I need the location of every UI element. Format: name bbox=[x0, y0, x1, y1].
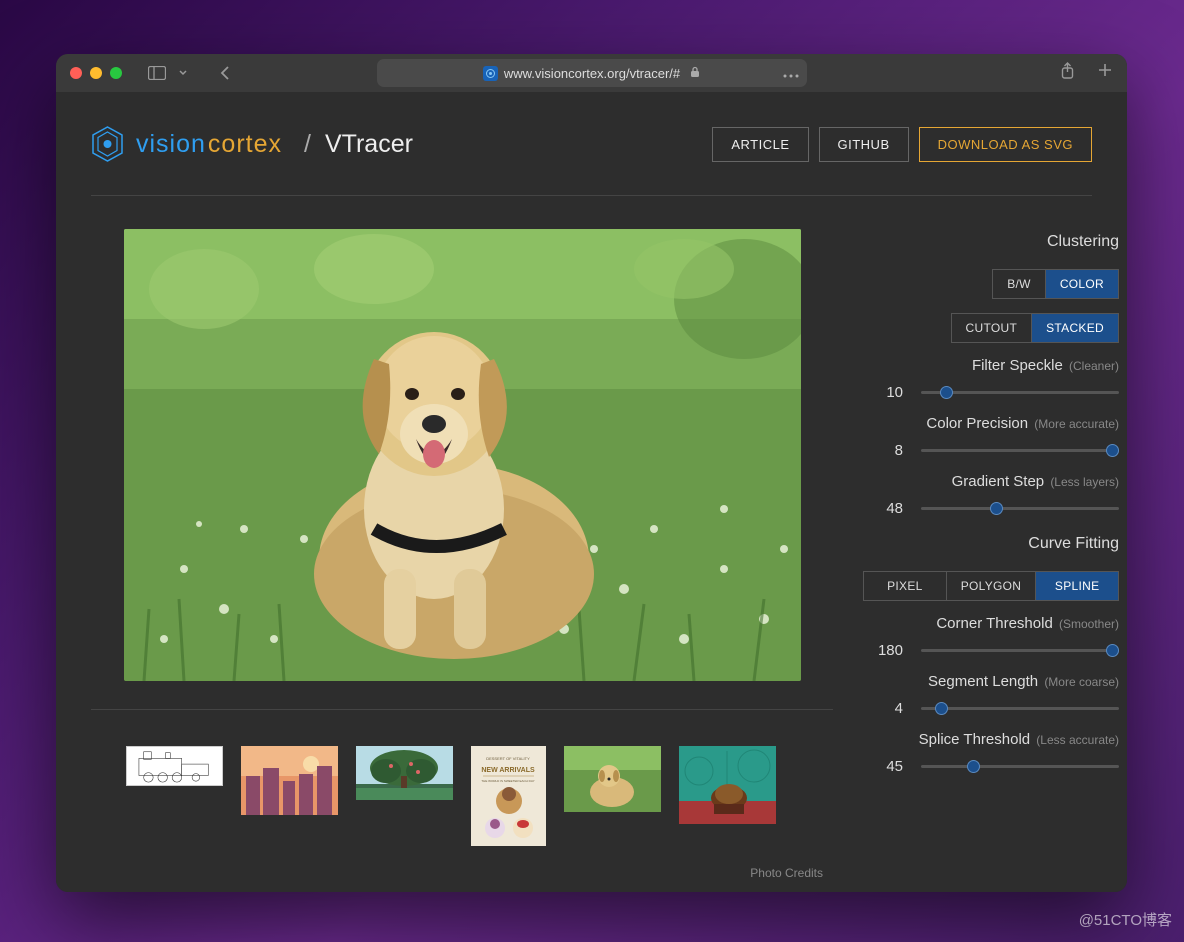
color-precision-hint: (More accurate) bbox=[1034, 417, 1119, 431]
filter-speckle-value: 10 bbox=[863, 384, 903, 401]
article-button[interactable]: ARTICLE bbox=[712, 127, 808, 162]
stacked-button[interactable]: STACKED bbox=[1031, 314, 1118, 342]
share-icon[interactable] bbox=[1060, 62, 1075, 85]
thumbnail-game[interactable] bbox=[679, 746, 776, 824]
splice-threshold-value: 45 bbox=[863, 758, 903, 775]
lock-icon bbox=[690, 66, 700, 81]
filter-speckle-hint: (Cleaner) bbox=[1069, 359, 1119, 373]
thumbnail-cityscape[interactable] bbox=[241, 746, 338, 815]
chevron-down-icon[interactable] bbox=[174, 65, 192, 81]
curve-fitting-title: Curve Fitting bbox=[863, 535, 1119, 553]
bw-button[interactable]: B/W bbox=[993, 270, 1045, 298]
filter-speckle-label: Filter Speckle bbox=[972, 357, 1063, 374]
titlebar: www.visioncortex.org/vtracer/# bbox=[56, 54, 1127, 92]
brand-slash: / bbox=[304, 130, 311, 159]
spline-button[interactable]: SPLINE bbox=[1035, 572, 1118, 600]
thumbnail-tree[interactable] bbox=[356, 746, 453, 800]
segment-length-hint: (More coarse) bbox=[1044, 675, 1119, 689]
photo-credits[interactable]: Photo Credits bbox=[91, 866, 833, 880]
svg-text:NEW ARRIVALS: NEW ARRIVALS bbox=[481, 767, 535, 774]
splice-threshold-hint: (Less accurate) bbox=[1036, 733, 1119, 747]
layer-mode-toggle: CUTOUT STACKED bbox=[951, 313, 1119, 343]
brand: visioncortex / VTracer bbox=[91, 125, 413, 163]
favicon-icon bbox=[483, 66, 498, 81]
page-content: visioncortex / VTracer ARTICLE GITHUB DO… bbox=[56, 92, 1127, 892]
watermark: @51CTO博客 bbox=[1079, 909, 1172, 930]
page-header: visioncortex / VTracer ARTICLE GITHUB DO… bbox=[91, 125, 1092, 196]
polygon-button[interactable]: POLYGON bbox=[946, 572, 1036, 600]
browser-window: www.visioncortex.org/vtracer/# bbox=[56, 54, 1127, 892]
gradient-step-hint: (Less layers) bbox=[1050, 475, 1119, 489]
new-tab-icon[interactable] bbox=[1097, 62, 1113, 85]
color-button[interactable]: COLOR bbox=[1045, 270, 1118, 298]
thumbnail-dog[interactable] bbox=[564, 746, 661, 812]
filter-speckle-slider[interactable] bbox=[921, 391, 1119, 394]
color-precision-label: Color Precision bbox=[926, 415, 1028, 432]
segment-length-slider[interactable] bbox=[921, 707, 1119, 710]
corner-threshold-slider[interactable] bbox=[921, 649, 1119, 652]
corner-threshold-label: Corner Threshold bbox=[936, 615, 1052, 632]
back-icon[interactable] bbox=[216, 65, 234, 81]
url-bar[interactable]: www.visioncortex.org/vtracer/# bbox=[377, 59, 807, 87]
color-precision-value: 8 bbox=[863, 442, 903, 459]
sidebar-icon[interactable] bbox=[148, 65, 166, 81]
window-controls bbox=[70, 67, 122, 79]
url-text: www.visioncortex.org/vtracer/# bbox=[504, 66, 680, 81]
thumbnails-divider bbox=[91, 709, 833, 710]
gradient-step-slider[interactable] bbox=[921, 507, 1119, 510]
splice-threshold-slider[interactable] bbox=[921, 765, 1119, 768]
maximize-window-button[interactable] bbox=[110, 67, 122, 79]
brand-logo-icon bbox=[91, 125, 124, 163]
nav-buttons: ARTICLE GITHUB DOWNLOAD AS SVG bbox=[712, 127, 1092, 162]
download-svg-button[interactable]: DOWNLOAD AS SVG bbox=[919, 127, 1092, 162]
pixel-button[interactable]: PIXEL bbox=[864, 572, 946, 600]
minimize-window-button[interactable] bbox=[90, 67, 102, 79]
preview-canvas bbox=[124, 229, 801, 681]
controls-panel: Clustering B/W COLOR CUTOUT STACKED Filt… bbox=[863, 229, 1119, 880]
segment-length-value: 4 bbox=[863, 700, 903, 717]
segment-length-label: Segment Length bbox=[928, 673, 1038, 690]
cutout-button[interactable]: CUTOUT bbox=[952, 314, 1032, 342]
color-mode-toggle: B/W COLOR bbox=[992, 269, 1119, 299]
brand-page-name: VTracer bbox=[325, 130, 413, 159]
color-precision-slider[interactable] bbox=[921, 449, 1119, 452]
splice-threshold-label: Splice Threshold bbox=[919, 731, 1030, 748]
close-window-button[interactable] bbox=[70, 67, 82, 79]
thumbnail-train[interactable] bbox=[126, 746, 223, 786]
gradient-step-label: Gradient Step bbox=[952, 473, 1045, 490]
svg-text:THE WORLD IS SWEETER EACH DAY: THE WORLD IS SWEETER EACH DAY bbox=[481, 779, 534, 783]
more-icon[interactable] bbox=[783, 66, 799, 81]
thumbnail-poster[interactable]: DESSERT OF VITALITY NEW ARRIVALS THE WORLD… bbox=[471, 746, 546, 846]
corner-threshold-value: 180 bbox=[863, 642, 903, 659]
gradient-step-value: 48 bbox=[863, 500, 903, 517]
curve-mode-toggle: PIXEL POLYGON SPLINE bbox=[863, 571, 1119, 601]
svg-text:DESSERT OF VITALITY: DESSERT OF VITALITY bbox=[486, 756, 530, 761]
brand-cortex: cortex bbox=[208, 130, 282, 159]
brand-vision: vision bbox=[136, 130, 206, 159]
thumbnail-strip: DESSERT OF VITALITY NEW ARRIVALS THE WORLD… bbox=[91, 746, 833, 846]
clustering-title: Clustering bbox=[863, 233, 1119, 251]
github-button[interactable]: GITHUB bbox=[819, 127, 909, 162]
corner-threshold-hint: (Smoother) bbox=[1059, 617, 1119, 631]
